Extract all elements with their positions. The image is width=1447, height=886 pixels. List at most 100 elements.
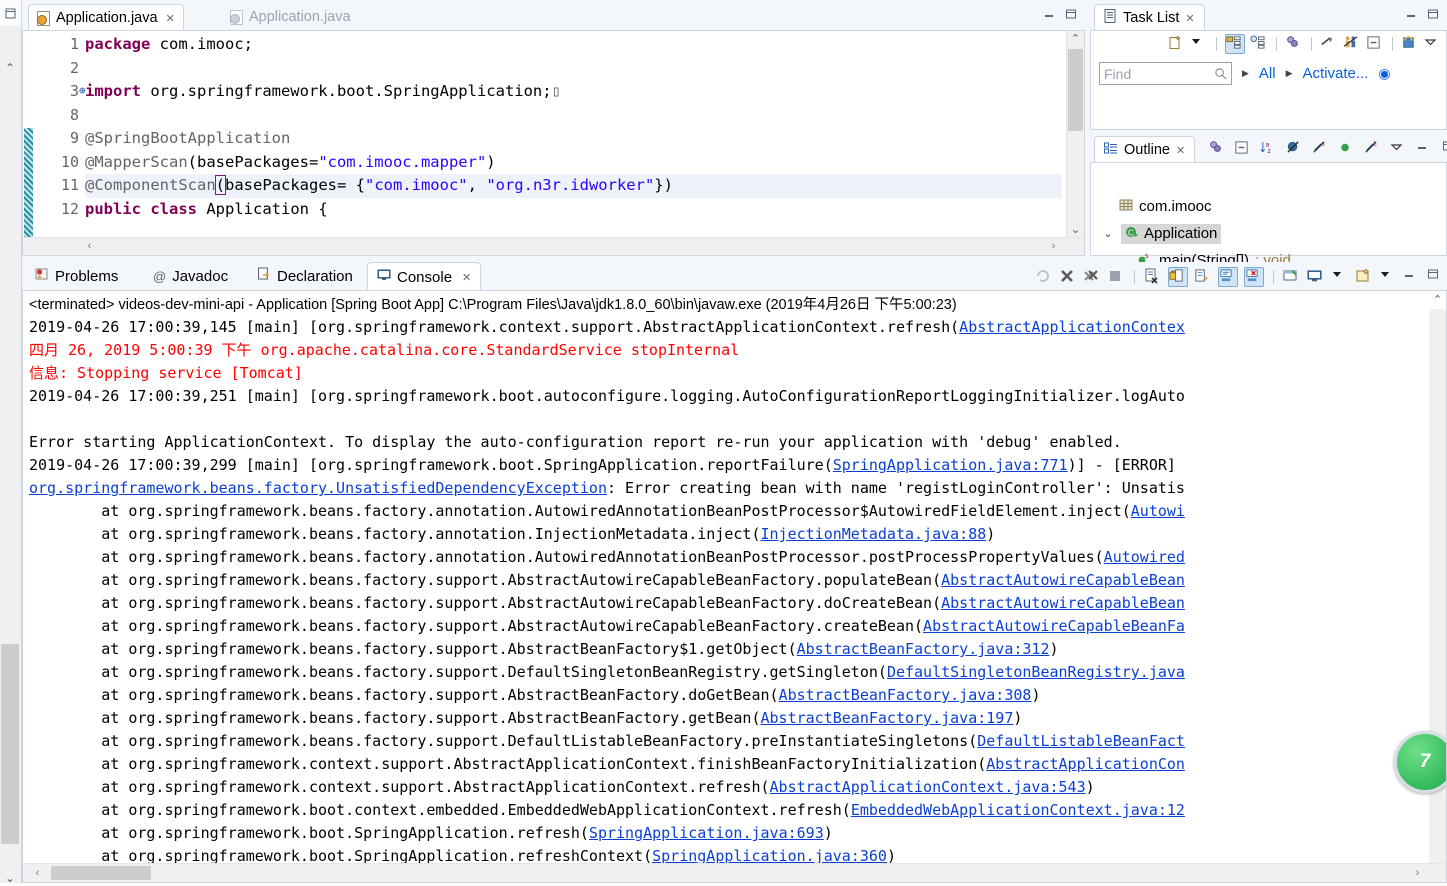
- stack-trace-link[interactable]: AbstractAutowireCapableBean: [941, 594, 1185, 612]
- fold-expand-icon[interactable]: ⊕: [79, 84, 86, 97]
- stack-trace-link[interactable]: AbstractApplicationContext.java:543: [770, 778, 1086, 796]
- show-console-on-output-icon[interactable]: [1218, 267, 1238, 287]
- stack-trace-link[interactable]: org.springframework.beans.factory.Unsati…: [29, 479, 607, 497]
- code-line[interactable]: import org.springframework.boot.SpringAp…: [85, 80, 1062, 104]
- tab-declaration[interactable]: Declaration: [248, 262, 362, 290]
- stack-trace-link[interactable]: DefaultListableBeanFact: [977, 732, 1185, 750]
- editor-canvas[interactable]: 12389101112 package com.imooc;import org…: [22, 30, 1085, 256]
- minimize-icon[interactable]: [1043, 8, 1055, 23]
- relaunch-icon[interactable]: [1035, 268, 1053, 286]
- code-line[interactable]: package com.imooc;: [85, 33, 1062, 57]
- outline-node-class[interactable]: ⌄ C Application: [1101, 220, 1291, 247]
- hide-local-icon[interactable]: L: [1364, 140, 1382, 158]
- package-explorer-mini-tab[interactable]: [0, 0, 21, 27]
- tab-javadoc[interactable]: @ Javadoc: [144, 262, 237, 290]
- code-line[interactable]: @MapperScan(basePackages="com.imooc.mapp…: [85, 151, 1062, 175]
- hide-nonpublic-icon[interactable]: [1338, 140, 1356, 158]
- notification-badge[interactable]: 7: [1394, 731, 1447, 793]
- sort-az-icon[interactable]: az: [1260, 140, 1278, 158]
- stack-trace-link[interactable]: AbstractApplicationContex: [959, 318, 1185, 336]
- view-menu-icon[interactable]: [1390, 140, 1408, 158]
- word-wrap-icon[interactable]: [1194, 268, 1212, 286]
- stop-icon[interactable]: [1107, 268, 1125, 286]
- minimize-icon[interactable]: [1403, 268, 1421, 286]
- breadcrumb-all[interactable]: All: [1259, 65, 1276, 82]
- console-scroll-left-arrow[interactable]: ‹: [29, 864, 46, 882]
- filter-icon[interactable]: [1285, 35, 1303, 53]
- left-scroll-up-arrow[interactable]: ⌃: [3, 62, 17, 76]
- open-console-dropdown-icon[interactable]: [1379, 268, 1397, 286]
- console-scroll-up-arrow[interactable]: ⌃: [1429, 293, 1446, 306]
- code-line[interactable]: @ComponentScan(basePackages= {"com.imooc…: [85, 174, 1062, 198]
- stack-trace-link[interactable]: AbstractAutowireCapableBean: [941, 571, 1185, 589]
- maximize-icon[interactable]: [1427, 268, 1445, 286]
- display-selected-console-icon[interactable]: [1307, 268, 1325, 286]
- code-line[interactable]: @SpringBootApplication: [85, 127, 1062, 151]
- help-icon[interactable]: ◉: [1378, 65, 1390, 82]
- editor-vscroll-thumb[interactable]: [1068, 49, 1083, 131]
- stack-trace-link[interactable]: Autowired: [1104, 548, 1185, 566]
- console-scroll-right-arrow[interactable]: ›: [1409, 864, 1426, 882]
- tab-task-list[interactable]: Task List ✕: [1094, 4, 1205, 31]
- show-console-on-error-icon[interactable]: [1244, 267, 1264, 287]
- scroll-left-arrow[interactable]: ‹: [81, 238, 98, 255]
- close-icon[interactable]: ✕: [166, 12, 175, 25]
- outline-body[interactable]: com.imooc ⌄ C Application s main(String[…: [1090, 162, 1447, 256]
- stack-trace-link[interactable]: AbstractAutowireCapableBeanFa: [923, 617, 1185, 635]
- open-console-icon[interactable]: [1355, 268, 1373, 286]
- code-line[interactable]: [85, 57, 1062, 81]
- new-task-icon[interactable]: [1167, 35, 1185, 53]
- dropdown-arrow-icon[interactable]: [1190, 35, 1208, 53]
- filter-icon[interactable]: [1208, 140, 1226, 158]
- editor-tab-application-java-inactive[interactable]: Application.java: [222, 4, 359, 30]
- editor-vertical-scrollbar[interactable]: ⌃ ⌄: [1066, 31, 1084, 255]
- view-menu-icon[interactable]: [1424, 35, 1442, 53]
- outline-node-package[interactable]: com.imooc: [1101, 193, 1291, 220]
- hide-static-icon[interactable]: s: [1312, 140, 1330, 158]
- stack-trace-link[interactable]: DefaultSingletonBeanRegistry.java: [887, 663, 1185, 681]
- close-icon[interactable]: ✕: [1176, 144, 1185, 157]
- left-scroll-down-arrow[interactable]: ⌄: [3, 872, 17, 886]
- people-icon[interactable]: [1343, 35, 1361, 53]
- minimize-icon[interactable]: [1416, 140, 1434, 158]
- maximize-icon[interactable]: [1065, 8, 1077, 23]
- editor-horizontal-scrollbar[interactable]: ‹ ›: [23, 237, 1084, 255]
- left-scrollbar-thumb[interactable]: [1, 644, 19, 844]
- stack-trace-link[interactable]: SpringApplication.java:771: [833, 456, 1068, 474]
- editor-tab-application-java-active[interactable]: Application.java ✕: [28, 4, 184, 31]
- categorized-presentation-icon[interactable]: [1225, 34, 1245, 54]
- console-output-text[interactable]: 2019-04-26 17:00:39,145 [main] [org.spri…: [23, 316, 1446, 868]
- close-icon[interactable]: ✕: [1185, 12, 1194, 25]
- code-line[interactable]: public class Application {: [85, 198, 1062, 222]
- tab-console[interactable]: Console ✕: [367, 262, 481, 291]
- breadcrumb-activate[interactable]: Activate...: [1303, 65, 1369, 82]
- stack-trace-link[interactable]: AbstractBeanFactory.java:308: [779, 686, 1032, 704]
- maximize-icon[interactable]: [1427, 8, 1439, 23]
- display-dropdown-icon[interactable]: [1331, 268, 1349, 286]
- scroll-lock-icon[interactable]: [1168, 267, 1188, 287]
- console-hscroll-thumb[interactable]: [51, 866, 151, 880]
- find-input[interactable]: Find: [1099, 62, 1232, 85]
- clear-console-icon[interactable]: [1144, 268, 1162, 286]
- maximize-icon[interactable]: [1442, 140, 1447, 158]
- collapse-all-icon[interactable]: [1366, 35, 1384, 53]
- scroll-up-arrow[interactable]: ⌃: [1067, 31, 1084, 47]
- terminate-icon[interactable]: [1059, 268, 1077, 286]
- collapse-all-icon[interactable]: [1234, 140, 1252, 158]
- stack-trace-link[interactable]: Autowi: [1131, 502, 1185, 520]
- synchronize-icon[interactable]: [1401, 35, 1419, 53]
- stack-trace-link[interactable]: AbstractBeanFactory.java:312: [797, 640, 1050, 658]
- code-content[interactable]: package com.imooc; import org.springframe…: [85, 33, 1062, 221]
- hide-fields-icon[interactable]: [1286, 140, 1304, 158]
- stack-trace-link[interactable]: InjectionMetadata.java:88: [761, 525, 987, 543]
- remove-all-terminated-icon[interactable]: [1083, 268, 1101, 286]
- left-scrollbar-track[interactable]: ⌃ ⌄: [0, 26, 20, 883]
- tab-problems[interactable]: Problems: [26, 262, 127, 290]
- stack-trace-link[interactable]: SpringApplication.java:693: [589, 824, 824, 842]
- scroll-right-arrow[interactable]: ›: [1045, 238, 1062, 255]
- console-output-area[interactable]: <terminated> videos-dev-mini-api - Appli…: [22, 290, 1447, 883]
- minimize-icon[interactable]: [1405, 8, 1417, 23]
- pin-console-icon[interactable]: [1283, 268, 1301, 286]
- stack-trace-link[interactable]: EmbeddedWebApplicationContext.java:12: [851, 801, 1185, 819]
- scroll-down-arrow[interactable]: ⌄: [1067, 222, 1084, 238]
